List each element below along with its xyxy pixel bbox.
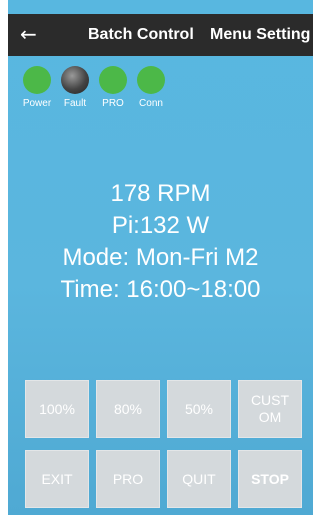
stop-button[interactable]: STOP bbox=[238, 450, 302, 508]
menu-batch-control[interactable]: Batch Control bbox=[88, 24, 194, 46]
top-bar: ← Batch Control Menu Setting bbox=[8, 14, 313, 56]
indicator-label: PRO bbox=[102, 98, 124, 109]
quit-button[interactable]: QUIT bbox=[167, 450, 231, 508]
status-readout: 178 RPM Pi:132 W Mode: Mon-Fri M2 Time: … bbox=[8, 178, 313, 306]
speed-readout: 178 RPM bbox=[110, 180, 211, 207]
exit-button[interactable]: EXIT bbox=[25, 450, 89, 508]
indicator-fault: Fault bbox=[56, 66, 94, 109]
fault-led-icon bbox=[61, 66, 89, 94]
pro-button[interactable]: PRO bbox=[96, 450, 160, 508]
mode-readout: Mode: Mon-Fri M2 bbox=[62, 244, 259, 271]
power-readout: Pi:132 W bbox=[111, 212, 210, 239]
indicator-pro: PRO bbox=[94, 66, 132, 109]
control-buttons: 100% 80% 50% CUST OM EXIT PRO QUIT STOP bbox=[25, 380, 311, 515]
time-readout: Time: 16:00~18:00 bbox=[60, 276, 261, 303]
app-screen: ← Batch Control Menu Setting Power Fault… bbox=[8, 0, 313, 515]
menu-settings[interactable]: Menu Setting bbox=[210, 24, 310, 46]
indicator-power: Power bbox=[18, 66, 56, 109]
pro-led-icon bbox=[99, 66, 127, 94]
indicator-conn: Conn bbox=[132, 66, 170, 109]
speed-80-button[interactable]: 80% bbox=[96, 380, 160, 438]
status-indicators: Power Fault PRO Conn bbox=[18, 66, 198, 114]
indicator-label: Power bbox=[22, 98, 52, 109]
indicator-label: Conn bbox=[139, 98, 163, 109]
indicator-label: Fault bbox=[63, 98, 87, 109]
custom-button[interactable]: CUST OM bbox=[238, 380, 302, 438]
back-arrow-icon[interactable]: ← bbox=[20, 22, 37, 46]
speed-100-button[interactable]: 100% bbox=[25, 380, 89, 438]
conn-led-icon bbox=[137, 66, 165, 94]
speed-50-button[interactable]: 50% bbox=[167, 380, 231, 438]
power-led-icon bbox=[23, 66, 51, 94]
